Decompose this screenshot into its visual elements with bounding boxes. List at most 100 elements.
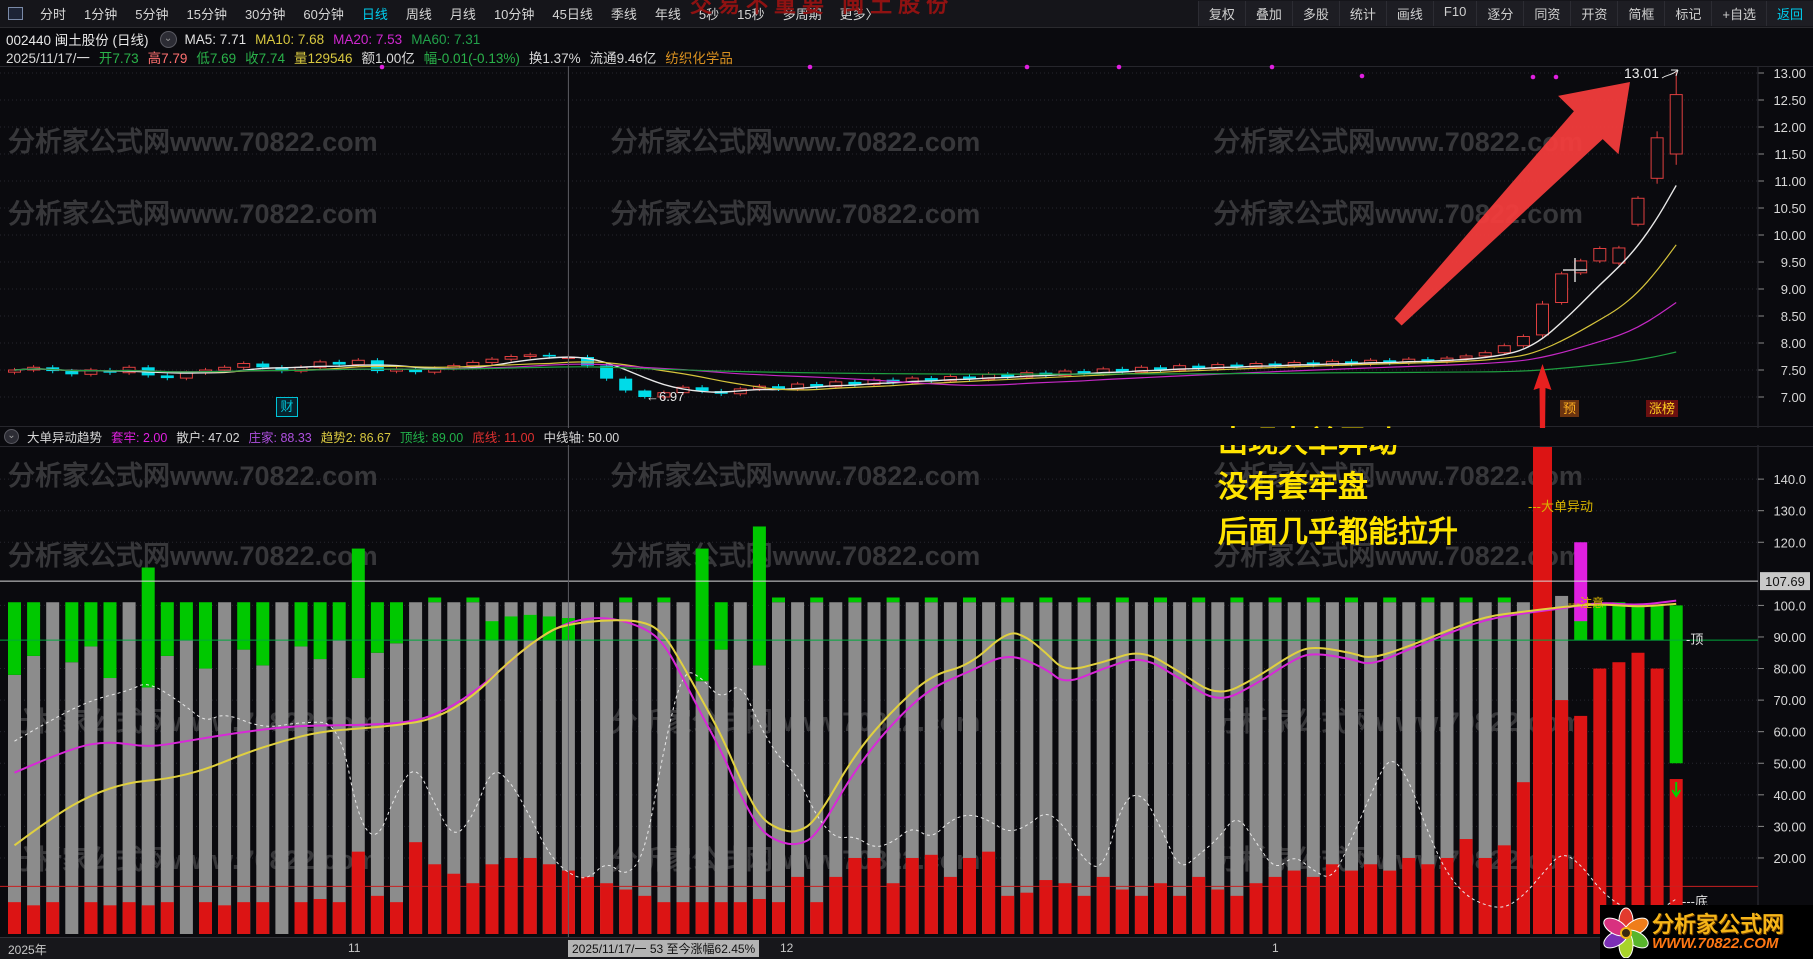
toolbar-item-返回[interactable]: 返回 (1765, 1, 1813, 26)
indicator-bar-green (8, 602, 21, 675)
menu-item-60分钟[interactable]: 60分钟 (294, 4, 352, 23)
indicator-bar-red (1211, 889, 1225, 934)
crosshair-date-box: 2025/11/17/一 53 至今涨幅62.45% (568, 940, 760, 957)
menu-item-日线[interactable]: 日线 (353, 4, 397, 23)
menu-item-10分钟[interactable]: 10分钟 (485, 4, 543, 23)
menu-item-5分钟[interactable]: 5分钟 (126, 4, 177, 23)
indicator-bar-gray (714, 649, 728, 934)
clipped-red-watermark: 交易不重要 闽土股份 (690, 0, 955, 17)
indicator-axis-label: 60.00 (1773, 725, 1806, 740)
toolbar-item-逐分[interactable]: 逐分 (1476, 1, 1524, 26)
logo-site-name: 分析家公式网 (1652, 911, 1785, 937)
window-icon[interactable] (8, 7, 23, 20)
menu-item-周线[interactable]: 周线 (397, 4, 441, 23)
toolbar-item-同资[interactable]: 同资 (1523, 1, 1571, 26)
toolbar-item-画线[interactable]: 画线 (1385, 1, 1433, 26)
indicator-bar-red (523, 857, 537, 934)
toolbar-item-叠加[interactable]: 叠加 (1244, 1, 1292, 26)
annotation-line-3: 后面几乎都能拉升 (1218, 516, 1458, 549)
finance-badge[interactable]: 财 (276, 397, 298, 417)
indicator-bar-red (1039, 880, 1053, 934)
current-value-label: 107.69 (1765, 574, 1805, 589)
indicator-collapse-icon[interactable]: ⌄ (4, 429, 19, 444)
indicator-bar-green (351, 548, 365, 679)
indicator-bar-green (1268, 597, 1282, 603)
indicator-bar-red (1555, 700, 1569, 934)
indicator-bar-gray (65, 662, 79, 934)
value-segment: 流通9.46亿 (589, 50, 657, 66)
menu-item-45日线[interactable]: 45日线 (543, 4, 601, 23)
indicator-bar-gray (676, 602, 690, 934)
indicator-panel-chart[interactable]: 140.0 130.0 120.0 100.0 90.00 80.00 70.00 60.00… (0, 0, 1813, 959)
indicator-bar-green (810, 597, 824, 603)
toolbar-item-简框[interactable]: 简框 (1617, 1, 1665, 26)
indicator-bar-red (1077, 895, 1091, 934)
indicator-bar-red (600, 883, 614, 934)
indicator-bar-green (199, 602, 212, 669)
indicator-bar-red (485, 864, 499, 934)
gainers-badge[interactable]: 涨榜 (1646, 400, 1679, 417)
value-segment: 套牢: 2.00 (111, 431, 168, 445)
last-bar-green (1669, 605, 1683, 764)
indicator-axis-label: 20.00 (1773, 851, 1806, 866)
forecast-badge[interactable]: 预 (1560, 400, 1580, 417)
value-segment: 换1.37% (528, 50, 581, 66)
indicator-bar-green (65, 602, 79, 663)
indicator-bar-gray (1115, 602, 1129, 934)
indicator-bar-red (867, 857, 881, 934)
indicator-bar-green (1459, 597, 1473, 603)
toolbar-item-开资[interactable]: 开资 (1570, 1, 1618, 26)
toolbar-item-多股[interactable]: 多股 (1291, 1, 1339, 26)
indicator-bar-green (390, 602, 403, 644)
ohlc-info-line: 2025/11/17/一 开7.73 高7.79 低7.69 收7.74 量129546 额… (6, 48, 742, 66)
indicator-bar-green (1115, 597, 1129, 603)
indicator-axis-label: 50.00 (1773, 756, 1806, 771)
time-axis-bar[interactable]: 2025年 11 2025/11/17/一 53 至今涨幅62.45% 12 1 (0, 937, 1813, 959)
indicator-bar-green (848, 597, 862, 603)
indicator-bar-green (1345, 597, 1358, 603)
indicator-bar-red (332, 902, 346, 934)
indicator-bar-red (1574, 715, 1588, 934)
menu-item-1分钟[interactable]: 1分钟 (75, 4, 126, 23)
indicator-bar-red (619, 889, 633, 934)
indicator-bar-green (256, 602, 270, 666)
toolbar-item-标记[interactable]: 标记 (1664, 1, 1712, 26)
toolbar-item-+自选[interactable]: +自选 (1711, 1, 1766, 26)
menu-item-15分钟[interactable]: 15分钟 (177, 4, 235, 23)
menu-item-分时[interactable]: 分时 (31, 4, 75, 23)
menu-item-30分钟[interactable]: 30分钟 (236, 4, 294, 23)
indicator-bar-red (581, 876, 594, 934)
toolbar-item-F10[interactable]: F10 (1432, 1, 1477, 26)
indicator-bar-red (1173, 895, 1187, 934)
indicator-bar-gray (1230, 602, 1244, 934)
chevron-down-icon[interactable]: ⌄ (159, 30, 177, 48)
indicator-bar-red (810, 902, 824, 934)
toolbar-item-复权[interactable]: 复权 (1197, 1, 1245, 26)
indicator-bar-red (1364, 864, 1378, 934)
menu-item-年线[interactable]: 年线 (646, 4, 690, 23)
indicator-bar-red (542, 864, 556, 934)
indicator-bar-green (657, 597, 671, 603)
indicator-bar-red (1020, 892, 1034, 934)
value-segment: 幅-0.01(-0.13%) (423, 50, 520, 66)
indicator-bar-gray (695, 681, 709, 934)
indicator-bar-green (141, 567, 155, 688)
value-segment: 散户: 47.02 (176, 431, 240, 445)
indicator-bar-green (1497, 597, 1511, 603)
indicator-axis-label: 140.0 (1773, 472, 1806, 487)
value-segment: 量129546 (293, 50, 353, 66)
menu-item-季线[interactable]: 季线 (602, 4, 646, 23)
indicator-bar-red (924, 854, 938, 934)
indicator-bar-red (466, 883, 480, 934)
toolbar-item-统计[interactable]: 统计 (1338, 1, 1386, 26)
indicator-bar-gray (1173, 602, 1187, 934)
value-segment: 底线: 11.00 (472, 431, 535, 445)
big-order-red-bar (1533, 446, 1552, 934)
indicator-bar-green (1650, 605, 1664, 641)
menu-item-月线[interactable]: 月线 (441, 4, 485, 23)
indicator-bar-gray (179, 640, 193, 934)
indicator-bar-red (657, 902, 671, 934)
indicator-bar-red (1192, 876, 1206, 934)
indicator-bar-gray (332, 640, 346, 934)
indicator-bar-green (1421, 597, 1435, 603)
